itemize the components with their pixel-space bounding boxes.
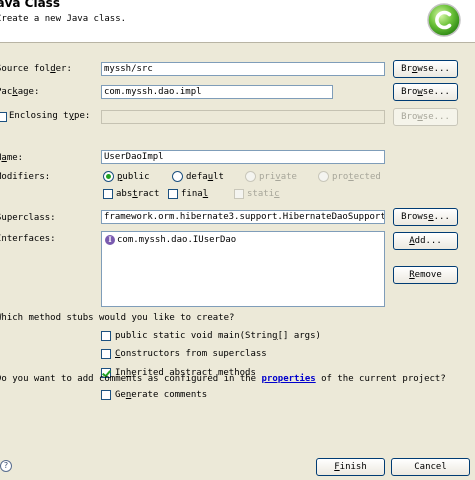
modifier-default-radio[interactable] [172,171,183,182]
modifier-abstract-label: abstract [116,189,160,199]
enclosing-type-field[interactable] [101,110,385,124]
wizard-header: Java Class Create a new Java class. [0,0,475,43]
name-label: Name: [0,153,24,163]
comments-question: Do you want to add comments as configure… [0,374,446,384]
help-icon[interactable]: ? [0,460,12,472]
modifiers-label: Modifiers: [0,172,51,182]
wizard-form: Source folder: myssh/src Browse... Packa… [0,42,475,480]
interfaces-label: Interfaces: [0,234,56,244]
modifier-abstract-checkbox[interactable] [103,189,113,199]
stub-constructors-label: Constructors from superclass [115,349,267,359]
finish-button[interactable]: Finish [316,458,385,476]
remove-interface-button[interactable]: Remove [393,266,458,284]
class-name-field[interactable]: UserDaoImpl [101,150,385,164]
superclass-field[interactable]: framework.orm.hibernate3.support.Hiberna… [101,210,385,224]
modifier-public-radio[interactable] [103,171,114,182]
interface-icon: I [105,234,115,245]
generate-comments-label: Generate comments [115,390,208,400]
wizard-title: Java Class [0,0,60,10]
method-stubs-question: Which method stubs would you like to cre… [0,313,235,323]
modifier-static-label: static [247,189,280,199]
source-folder-field[interactable]: myssh/src [101,62,385,76]
stub-main-checkbox[interactable] [101,331,111,341]
superclass-label: Superclass: [0,213,56,223]
modifier-protected-radio[interactable] [318,171,329,182]
source-folder-label: Source folder: [0,64,72,74]
modifier-private-radio[interactable] [245,171,256,182]
modifier-private-label: private [259,172,297,182]
modifier-protected-label: protected [332,172,381,182]
properties-link[interactable]: properties [262,374,316,384]
modifier-final-checkbox[interactable] [168,189,178,199]
add-interface-button[interactable]: Add... [393,232,458,250]
modifier-static-checkbox[interactable] [234,189,244,199]
interfaces-list[interactable]: Icom.myssh.dao.IUserDao [101,231,385,307]
generate-comments-checkbox[interactable] [101,390,111,400]
superclass-browse-button[interactable]: Browse... [393,208,458,226]
source-folder-browse-button[interactable]: Browse... [393,60,458,78]
package-browse-button[interactable]: Browse... [393,83,458,101]
modifier-public-label: public [117,172,150,182]
package-field[interactable]: com.myssh.dao.impl [101,85,333,99]
package-label: Package: [0,87,40,97]
enclosing-type-checkbox[interactable] [0,112,7,122]
stub-main-label: public static void main(String[] args) [115,331,321,341]
list-item[interactable]: Icom.myssh.dao.IUserDao [105,234,236,246]
modifier-default-label: default [186,172,224,182]
wizard-description: Create a new Java class. [0,14,127,24]
cancel-button[interactable]: Cancel [391,458,470,476]
new-class-wizard-icon [426,2,462,38]
enclosing-type-label: Enclosing type: [9,111,91,121]
stub-constructors-checkbox[interactable] [101,349,111,359]
modifier-final-label: final [181,189,209,199]
enclosing-type-browse-button[interactable]: Browse... [393,108,458,126]
